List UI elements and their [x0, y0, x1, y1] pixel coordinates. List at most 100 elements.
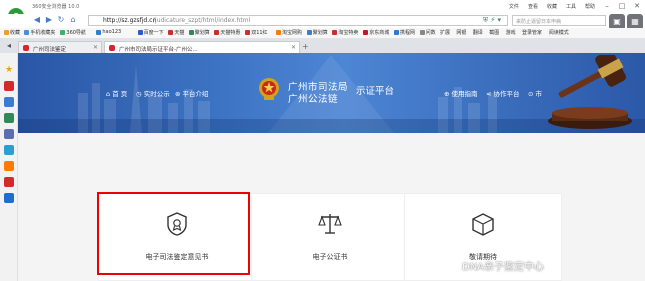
toolbar-extension-label: 截图 — [489, 30, 500, 36]
close-tab-icon[interactable]: ✕ — [291, 44, 296, 51]
favorite-item[interactable]: 淘宝网购 — [276, 29, 302, 36]
favorite-label: 天猫特惠 — [220, 30, 241, 36]
menu-help[interactable]: 帮助 — [585, 3, 595, 10]
nav-realtime-notice[interactable]: ◷ 实时公示 — [136, 88, 170, 98]
nav-collab-label: 协作平台 — [493, 90, 520, 98]
favorite-item[interactable]: 淘宝特卖 — [332, 29, 358, 36]
browser-titlebar: e 360安全浏览器 10.0 文件 查看 收藏 工具 帮助 – □ ✕ — [0, 0, 645, 24]
favorite-label: 百度一下 — [143, 30, 164, 36]
favorite-label: 天猫 — [174, 30, 185, 36]
toolbar-extension[interactable]: 阅读模式 — [549, 29, 569, 36]
favorite-item[interactable]: 京东商城 — [363, 29, 389, 36]
address-bar[interactable]: http://sz.gzsfjd.cn /judicature_szpt/htm… — [88, 15, 508, 26]
toolbar-extension-label: 翻译 — [472, 30, 483, 36]
clock-icon: ◷ — [136, 90, 142, 98]
browser-sidebar: ★ — [0, 53, 18, 281]
star-icon[interactable]: ★ — [4, 65, 14, 75]
guide-icon: ⊕ — [444, 90, 450, 98]
maximize-icon[interactable]: □ — [616, 2, 628, 10]
site-name-suffix: 示证平台 — [356, 86, 395, 97]
video-icon[interactable] — [4, 177, 14, 187]
tab-judicial-appraisal[interactable]: 广州司法鉴定 ✕ — [18, 41, 102, 53]
toolbar-extension[interactable]: 网银 — [456, 29, 466, 36]
toolbar-extension-label: 扩展 — [440, 30, 451, 36]
toolbar-extension[interactable]: 游戏 — [506, 29, 516, 36]
site-favicon-icon — [109, 45, 115, 51]
nav-user-guide[interactable]: ⊕ 使用指南 — [444, 88, 478, 98]
weibo-icon[interactable] — [4, 81, 14, 91]
browser-navbar: ◀ ▶ ↻ ⌂ http://sz.gzsfjd.cn /judicature_… — [0, 14, 645, 30]
favorite-item[interactable]: 手机收藏夹 — [24, 29, 55, 36]
new-tab-icon[interactable]: + — [302, 42, 309, 51]
close-icon[interactable]: ✕ — [631, 2, 643, 10]
gavel-illustration — [548, 55, 632, 129]
toolbar-extension-label: 登录管家 — [522, 30, 543, 36]
favorite-icon — [332, 30, 338, 35]
tab-list-icon[interactable]: ◂ — [4, 41, 14, 51]
refresh-icon[interactable]: ↻ — [56, 15, 66, 25]
address-host: http://sz.gzsfjd.cn — [103, 17, 157, 24]
nav-platform-intro[interactable]: ⊛ 平台介绍 — [175, 88, 209, 98]
note-icon[interactable] — [4, 145, 14, 155]
browser-menu: 文件 查看 收藏 工具 帮助 — [509, 3, 595, 10]
scale-icon — [318, 214, 342, 234]
favorite-icon — [363, 30, 369, 35]
favorite-icon — [60, 30, 66, 35]
favorite-label: 360导航 — [66, 30, 86, 36]
calendar-icon[interactable] — [4, 113, 14, 123]
favorite-icon — [394, 30, 399, 35]
share-icon: ⋖ — [486, 90, 492, 98]
nav-collaboration[interactable]: ⋖ 协作平台 — [486, 88, 520, 98]
favorite-item[interactable]: 360导航 — [60, 29, 86, 36]
favorite-label: 手机收藏夹 — [30, 30, 56, 36]
toolbar-extension-label: 阅读模式 — [548, 30, 569, 36]
nav-home[interactable]: ⌂ 首 页 — [106, 88, 127, 98]
favorite-item[interactable]: 收藏 — [4, 29, 20, 36]
favorite-label: 京东商城 — [369, 30, 390, 36]
favorite-item[interactable]: 聚划算 — [188, 29, 210, 36]
secure-shield-icon[interactable]: ⛨ ⚡ ▾ — [483, 16, 501, 25]
toolbar-extension[interactable]: 翻译 — [473, 29, 483, 36]
window-controls: – □ ✕ — [601, 2, 643, 10]
minimize-icon[interactable]: – — [601, 2, 613, 10]
favorite-item[interactable]: 携程网 — [394, 29, 415, 36]
tab-evidence-platform[interactable]: 广州市司法局示证平台-广州公... ✕ — [104, 41, 300, 53]
toolbar-extension[interactable]: 截图 — [489, 29, 499, 36]
nav-home-label: 首 页 — [112, 90, 128, 98]
close-tab-icon[interactable]: ✕ — [93, 44, 98, 51]
favorite-icon — [214, 30, 220, 35]
favorite-item[interactable]: hao123 — [96, 29, 121, 35]
favorite-item[interactable]: 聚划算 — [306, 29, 328, 36]
menu-file[interactable]: 文件 — [509, 3, 519, 10]
favorite-item[interactable]: 问数 — [419, 29, 436, 36]
favorite-label: 问数 — [425, 30, 436, 36]
card-label: 电子公证书 — [312, 253, 348, 261]
home-page-icon[interactable]: ⌂ — [68, 15, 78, 25]
game-icon[interactable] — [4, 161, 14, 171]
app-icon[interactable] — [4, 97, 14, 107]
favorite-item[interactable]: 天猫特惠 — [214, 29, 240, 36]
back-icon[interactable]: ◀ — [32, 15, 42, 25]
forward-icon[interactable]: ▶ — [44, 15, 54, 25]
card-electronic-notarization[interactable]: 电子公证书 — [251, 193, 409, 281]
menu-favorites[interactable]: 收藏 — [547, 3, 557, 10]
mail-icon[interactable] — [4, 129, 14, 139]
search-input[interactable]: 来防止逼留日本申病 — [512, 15, 606, 26]
favorite-label: hao123 — [102, 29, 122, 35]
menu-view[interactable]: 查看 — [528, 3, 538, 10]
download-icon[interactable] — [4, 193, 14, 203]
favorite-item[interactable]: 天猫 — [168, 29, 184, 36]
favorite-item[interactable]: 百度一下 — [137, 29, 164, 36]
toolbar-extension[interactable]: 扩展 — [440, 29, 450, 36]
menu-tools[interactable]: 工具 — [566, 3, 576, 10]
box-icon — [472, 213, 494, 236]
home-icon: ⌂ — [106, 90, 111, 98]
favorite-label: 淘宝网购 — [282, 30, 303, 36]
toolbar-extension[interactable]: 登录管家 — [522, 29, 542, 36]
toolbar-extension-label: 网银 — [456, 30, 467, 36]
tab-bar: ◂ 广州司法鉴定 ✕ 广州市司法局示证平台-广州公... ✕ + — [0, 39, 645, 53]
favorite-item[interactable]: 双11红 — [245, 29, 268, 36]
favorite-icon — [245, 30, 251, 35]
site-banner: ⌂ 首 页 ◷ 实时公示 ⊛ 平台介绍 广州市司法局 广州公法链 示证平台 ⊕ … — [18, 53, 645, 133]
favorite-icon — [4, 30, 9, 35]
